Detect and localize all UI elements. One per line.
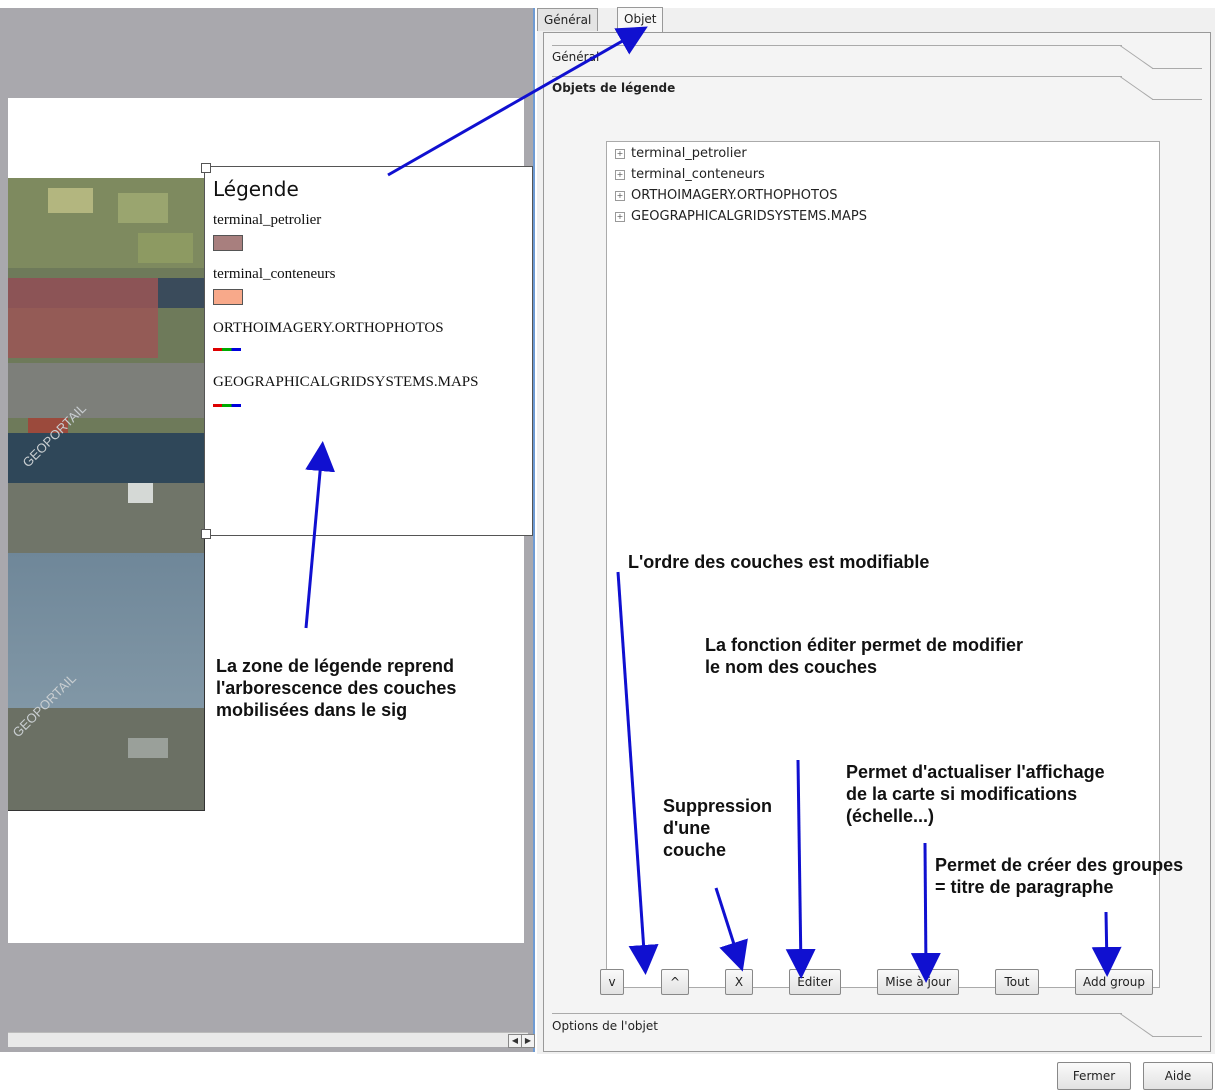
all-button[interactable]: Tout: [995, 969, 1039, 995]
divider: [1119, 45, 1154, 69]
tab-object[interactable]: Objet: [617, 7, 664, 32]
divider: [552, 1013, 1122, 1014]
horizontal-scrollbar[interactable]: ◀ ▶: [8, 1032, 535, 1048]
tab-content: Général Objets de légende + terminal_petr…: [543, 32, 1211, 1052]
edit-button[interactable]: Éditer: [789, 969, 841, 995]
legend-swatch: [213, 235, 243, 251]
close-button[interactable]: Fermer: [1057, 1062, 1131, 1090]
move-down-button[interactable]: v: [600, 969, 624, 995]
legend-item[interactable]: Légende terminal_petrolier terminal_cont…: [201, 163, 533, 539]
divider: [1152, 99, 1202, 100]
tree-item[interactable]: + terminal_conteneurs: [615, 167, 765, 182]
annotation-order: L'ordre des couches est modifiable: [628, 552, 930, 572]
legend-entry-label: terminal_petrolier: [213, 212, 322, 228]
divider: [1152, 1036, 1202, 1037]
resize-handle[interactable]: [201, 529, 211, 539]
map-item[interactable]: GEOPORTAIL GEOPORTAIL: [8, 178, 205, 811]
tab-general[interactable]: Général: [537, 8, 599, 31]
legend-entry-label: terminal_conteneurs: [213, 266, 336, 282]
legend-swatch: [213, 289, 243, 305]
scroll-left-icon[interactable]: ◀: [508, 1034, 522, 1048]
legend-entry-label: ORTHOIMAGERY.ORTHOPHOTOS: [213, 320, 444, 336]
divider: [1119, 1013, 1154, 1037]
tree-item[interactable]: + terminal_petrolier: [615, 146, 747, 161]
divider: [1152, 68, 1202, 69]
remove-button[interactable]: X: [725, 969, 753, 995]
divider: [1119, 76, 1154, 100]
expand-icon[interactable]: +: [615, 211, 625, 222]
aerial-photo: GEOPORTAIL GEOPORTAIL: [8, 178, 204, 810]
legend-entry-label: GEOGRAPHICALGRIDSYSTEMS.MAPS: [213, 374, 479, 390]
tree-item[interactable]: + ORTHOIMAGERY.ORTHOPHOTOS: [615, 188, 837, 203]
annotation-edit: La fonction éditer permet de modifier le…: [705, 635, 1024, 677]
add-group-button[interactable]: Add group: [1075, 969, 1153, 995]
expand-icon[interactable]: +: [615, 148, 625, 159]
scroll-right-icon[interactable]: ▶: [521, 1034, 535, 1048]
divider: [552, 76, 1122, 77]
expand-icon[interactable]: +: [615, 190, 625, 201]
raster-symbol: [213, 348, 241, 351]
divider: [552, 45, 1122, 46]
expand-icon[interactable]: +: [615, 169, 625, 180]
update-button[interactable]: Mise à jour: [877, 969, 959, 995]
resize-handle[interactable]: [201, 163, 211, 173]
annotation-legend-zone: La zone de légende reprend l'arborescenc…: [216, 656, 457, 720]
annotation-groups: Permet de créer des groupes = titre de p…: [935, 855, 1184, 897]
section-general[interactable]: Général: [552, 50, 599, 64]
annotation-refresh: Permet d'actualiser l'affichage de la ca…: [846, 762, 1105, 826]
legend-title: Légende: [213, 177, 299, 201]
move-up-button[interactable]: ^: [661, 969, 689, 995]
section-item-options[interactable]: Options de l'objet: [552, 1019, 658, 1033]
section-legend-items[interactable]: Objets de légende: [552, 81, 675, 95]
tree-item[interactable]: + GEOGRAPHICALGRIDSYSTEMS.MAPS: [615, 209, 867, 224]
raster-symbol: [213, 404, 241, 407]
help-button[interactable]: Aide: [1143, 1062, 1213, 1090]
annotation-delete: Suppression d'une couche: [663, 796, 773, 860]
